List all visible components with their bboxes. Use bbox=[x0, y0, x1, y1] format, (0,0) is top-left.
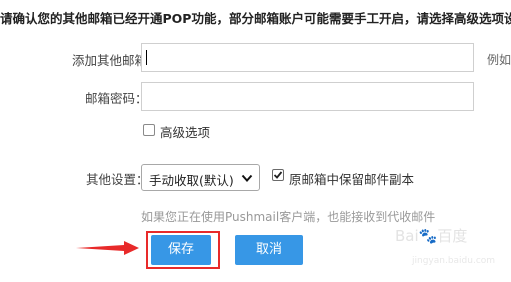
keep-copy-label[interactable]: 原邮箱中保留邮件副本 bbox=[289, 169, 414, 188]
example-text: 例如 bbox=[487, 53, 511, 67]
keep-copy-checkbox[interactable] bbox=[272, 169, 284, 181]
text-cursor bbox=[146, 50, 147, 65]
other-email-input[interactable] bbox=[141, 43, 474, 72]
receive-mode-select[interactable]: 手动收取(默认) bbox=[141, 164, 260, 191]
other-settings-label: 其他设置： bbox=[86, 172, 149, 187]
save-highlight-box bbox=[146, 231, 220, 269]
checkmark-icon bbox=[273, 171, 283, 179]
advanced-options-label[interactable]: 高级选项 bbox=[160, 122, 210, 141]
receive-mode-value: 手动收取(默认) bbox=[149, 173, 234, 188]
watermark-url: jingyan.baidu.com bbox=[412, 256, 496, 266]
advanced-options-checkbox[interactable] bbox=[143, 124, 155, 136]
pointer-arrow-icon bbox=[76, 241, 139, 255]
watermark-logo: Bai🐾百度 bbox=[395, 227, 468, 245]
pop-notice: 请确认您的其他邮箱已经开通POP功能，部分邮箱账户可能需要手工开启，请选择高级选… bbox=[0, 11, 511, 26]
password-label: 邮箱密码： bbox=[85, 91, 148, 106]
password-input[interactable] bbox=[141, 82, 474, 111]
chevron-down-icon bbox=[241, 174, 253, 182]
cancel-button[interactable]: 取消 bbox=[235, 235, 303, 265]
pushmail-hint: 如果您正在使用Pushmail客户端，也能接收到代收邮件 bbox=[141, 210, 436, 224]
